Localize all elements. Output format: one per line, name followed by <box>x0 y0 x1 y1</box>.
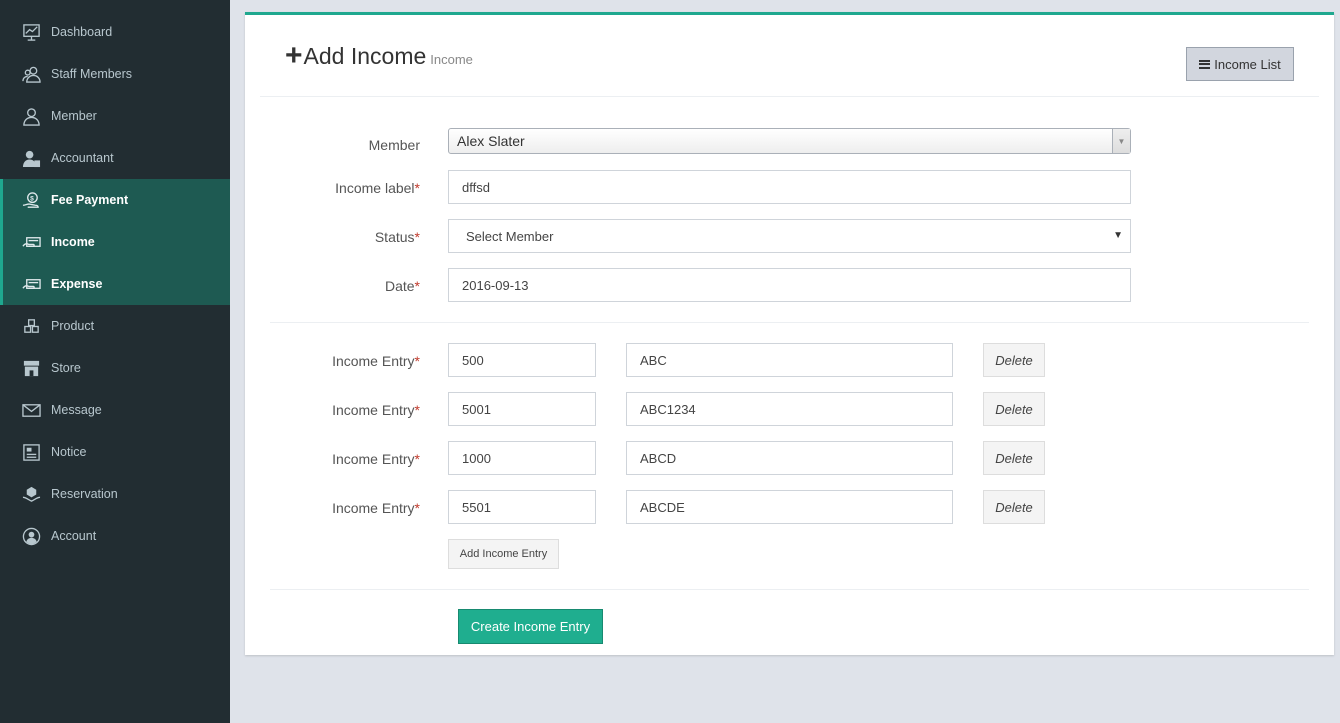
sidebar-item-label: Dashboard <box>51 25 113 39</box>
date-label: Date* <box>384 278 420 294</box>
income-label-input[interactable]: dffsd <box>448 170 1131 204</box>
delete-entry-button[interactable]: Delete <box>983 392 1045 426</box>
page-subtitle: Income <box>430 52 473 67</box>
delete-entry-button[interactable]: Delete <box>983 441 1045 475</box>
sidebar-item-notice[interactable]: Notice <box>0 431 230 473</box>
reservation-icon <box>21 484 41 504</box>
sidebar-item-message[interactable]: Message <box>0 389 230 431</box>
income-entry-amount[interactable]: 5001 <box>448 392 596 426</box>
sidebar-item-label: Income <box>51 235 95 249</box>
sidebar-item-label: Message <box>51 403 102 417</box>
income-entry-description[interactable]: ABCDE <box>626 490 953 524</box>
accountant-icon <box>21 148 41 168</box>
expense-icon <box>21 274 41 294</box>
status-label: Status* <box>374 229 420 245</box>
income-icon <box>21 232 41 252</box>
income-entry-description[interactable]: ABCD <box>626 441 953 475</box>
svg-text:$: $ <box>30 195 34 202</box>
sidebar: Dashboard Staff Members Member Accountan… <box>0 0 230 723</box>
sidebar-item-account[interactable]: Account <box>0 515 230 557</box>
member-icon <box>21 106 41 126</box>
income-entry-label: Income Entry* <box>332 451 420 467</box>
member-select[interactable]: Alex Slater ▼ <box>448 128 1131 154</box>
income-entry-description[interactable]: ABC1234 <box>626 392 953 426</box>
add-income-entry-button[interactable]: Add Income Entry <box>448 539 559 569</box>
product-icon <box>21 316 41 336</box>
income-list-button[interactable]: Income List <box>1186 47 1294 81</box>
add-income-panel: + Add Income Income Income List Member A… <box>245 12 1334 655</box>
create-income-entry-button[interactable]: Create Income Entry <box>458 609 603 644</box>
sidebar-item-income[interactable]: Income <box>0 221 230 263</box>
page-title: + Add Income Income <box>285 39 473 72</box>
list-icon <box>1199 59 1211 69</box>
sidebar-item-label: Account <box>51 529 97 543</box>
sidebar-item-member[interactable]: Member <box>0 95 230 137</box>
sidebar-item-product[interactable]: Product <box>0 305 230 347</box>
sidebar-item-label: Member <box>51 109 97 123</box>
member-select-value: Alex Slater <box>457 133 525 149</box>
income-entry-label: Income Entry* <box>332 353 420 369</box>
income-label-label: Income label* <box>335 180 420 196</box>
sidebar-item-label: Staff Members <box>51 67 133 81</box>
income-entry-amount[interactable]: 5501 <box>448 490 596 524</box>
sidebar-item-staff-members[interactable]: Staff Members <box>0 53 230 95</box>
sidebar-item-label: Notice <box>51 445 87 459</box>
income-entry-label: Income Entry* <box>332 402 420 418</box>
delete-entry-button[interactable]: Delete <box>983 343 1045 377</box>
chevron-down-icon: ▼ <box>1112 129 1130 153</box>
page-title-text: Add Income <box>303 43 427 69</box>
divider <box>270 589 1309 590</box>
member-label: Member <box>368 137 420 153</box>
sidebar-item-expense[interactable]: Expense <box>0 263 230 305</box>
fee-payment-icon: $ <box>21 190 41 210</box>
dashboard-icon <box>21 22 41 42</box>
sidebar-item-store[interactable]: Store <box>0 347 230 389</box>
store-icon <box>21 358 41 378</box>
sidebar-item-dashboard[interactable]: Dashboard <box>0 11 230 53</box>
sidebar-item-accountant[interactable]: Accountant <box>0 137 230 179</box>
income-entry-description[interactable]: ABC <box>626 343 953 377</box>
message-icon <box>21 400 41 420</box>
income-list-button-label: Income List <box>1214 56 1281 72</box>
date-input[interactable]: 2016-09-13 <box>448 268 1131 302</box>
sidebar-item-label: Expense <box>51 277 103 291</box>
income-entry-amount[interactable]: 500 <box>448 343 596 377</box>
income-entry-label: Income Entry* <box>332 500 420 516</box>
status-select[interactable]: Select Member ▼ <box>448 219 1131 253</box>
delete-entry-button[interactable]: Delete <box>983 490 1045 524</box>
sidebar-item-label: Product <box>51 319 95 333</box>
plus-icon: + <box>285 39 303 72</box>
income-entry-amount[interactable]: 1000 <box>448 441 596 475</box>
sidebar-item-reservation[interactable]: Reservation <box>0 473 230 515</box>
staff-members-icon <box>21 64 41 84</box>
status-select-value: Select Member <box>466 228 554 244</box>
account-icon <box>21 526 41 546</box>
sidebar-item-label: Fee Payment <box>51 193 129 207</box>
caret-down-icon: ▼ <box>1113 230 1123 241</box>
sidebar-item-label: Store <box>51 361 81 375</box>
notice-icon <box>21 442 41 462</box>
sidebar-item-label: Accountant <box>51 151 114 165</box>
sidebar-item-fee-payment[interactable]: $ Fee Payment <box>0 179 230 221</box>
divider <box>260 96 1319 97</box>
divider <box>270 322 1309 323</box>
sidebar-item-label: Reservation <box>51 487 118 501</box>
